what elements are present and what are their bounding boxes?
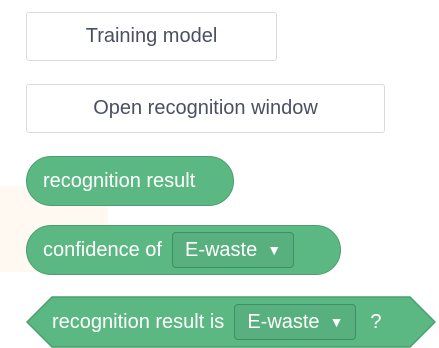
confidence-dropdown-value: E-waste: [184, 238, 258, 261]
triangle-down-icon: ▼: [267, 242, 282, 258]
training-model-button[interactable]: Training model: [26, 12, 277, 61]
confidence-category-dropdown[interactable]: E-waste ▼: [171, 232, 295, 268]
open-recognition-window-button[interactable]: Open recognition window: [26, 84, 385, 133]
confidence-of-block[interactable]: confidence of E-waste ▼: [26, 225, 341, 275]
recognition-result-block[interactable]: recognition result: [26, 156, 234, 206]
result-dropdown-value: E-waste: [247, 310, 320, 333]
recognition-result-label: recognition result: [43, 169, 196, 192]
question-mark-label: ?: [370, 310, 382, 333]
triangle-down-icon: ▼: [329, 314, 344, 330]
recognition-result-is-label: recognition result is: [52, 310, 225, 333]
confidence-of-label: confidence of: [43, 238, 162, 261]
result-category-dropdown[interactable]: E-waste ▼: [234, 304, 357, 340]
recognition-result-is-block[interactable]: recognition result is E-waste ▼ ?: [26, 296, 436, 348]
